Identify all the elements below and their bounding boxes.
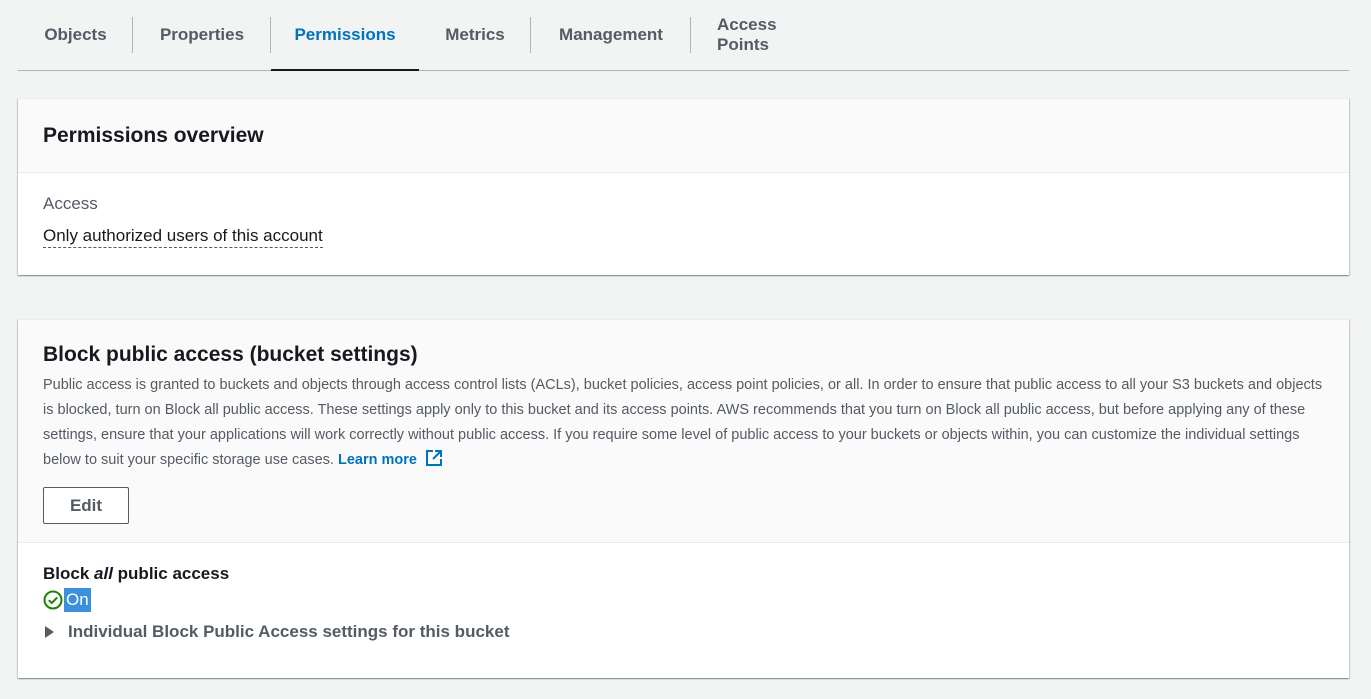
panel-title: Block public access (bucket settings) xyxy=(43,343,418,366)
panel-title: Permissions overview xyxy=(43,123,264,147)
access-value[interactable]: Only authorized users of this account xyxy=(43,226,323,248)
learn-more-label: Learn more xyxy=(337,452,417,468)
individual-settings-expander[interactable]: Individual Block Public Access settings … xyxy=(43,622,1324,642)
expander-label: Individual Block Public Access settings … xyxy=(68,622,510,641)
check-circle-icon xyxy=(43,590,63,610)
tab-label: Management xyxy=(559,25,663,44)
panel-header: Permissions overview xyxy=(18,99,1349,173)
panel-description: Public access is granted to buckets and … xyxy=(43,373,1323,473)
block-all-public-access-label: Block all public access xyxy=(43,564,1324,584)
tab-label: Permissions xyxy=(294,25,396,44)
edit-button[interactable]: Edit xyxy=(43,487,129,524)
panel-body: Access Only authorized users of this acc… xyxy=(18,173,1349,248)
permissions-overview-panel: Permissions overview Access Only authori… xyxy=(18,98,1349,275)
tab-objects[interactable]: Objects xyxy=(18,0,133,70)
description-text: Public access is granted to buckets and … xyxy=(43,377,1323,468)
panel-header: Block public access (bucket settings) Pu… xyxy=(18,320,1349,543)
tab-metrics[interactable]: Metrics xyxy=(419,0,531,70)
label-prefix: Block xyxy=(43,564,95,583)
tab-properties[interactable]: Properties xyxy=(133,0,271,70)
label-emphasis: all xyxy=(94,564,113,583)
tab-bar: Objects Properties Permissions Metrics M… xyxy=(18,0,1349,71)
tab-label: Properties xyxy=(159,25,245,44)
tab-management[interactable]: Management xyxy=(531,0,691,70)
panel-body: Block all public access On Individual Bl… xyxy=(18,543,1349,642)
tab-label: Metrics xyxy=(445,25,505,44)
tab-permissions[interactable]: Permissions xyxy=(271,0,419,71)
tab-access-points[interactable]: Access Points xyxy=(691,0,853,70)
access-label: Access xyxy=(43,194,98,213)
tab-label: Objects xyxy=(44,25,107,44)
status-indicator: On xyxy=(43,588,1324,612)
tab-label: Access Points xyxy=(717,15,777,54)
external-link-icon xyxy=(426,450,442,466)
learn-more-link[interactable]: Learn more xyxy=(337,450,443,468)
block-public-access-panel: Block public access (bucket settings) Pu… xyxy=(18,319,1349,678)
status-value: On xyxy=(64,588,91,612)
caret-right-icon xyxy=(45,626,54,638)
label-suffix: public access xyxy=(112,564,230,583)
